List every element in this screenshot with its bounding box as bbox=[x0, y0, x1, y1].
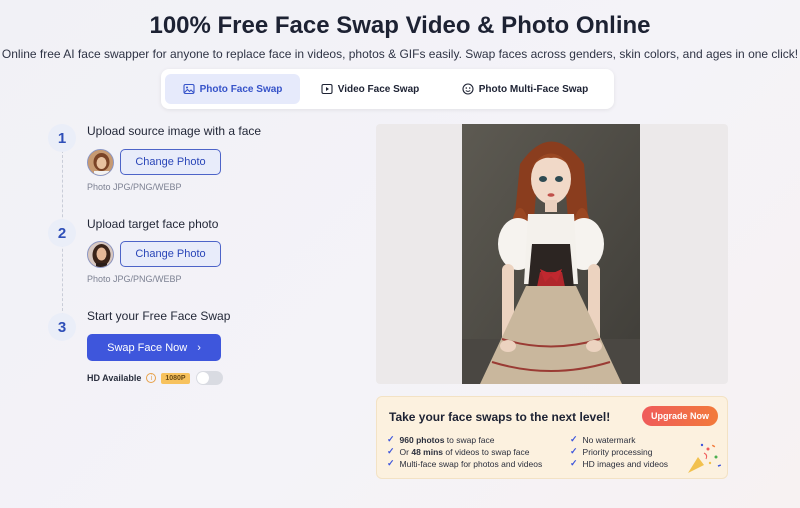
hd-option: HD Available i 1080P bbox=[87, 371, 223, 385]
change-photo-button[interactable]: Change Photo bbox=[120, 149, 221, 175]
hd-toggle[interactable] bbox=[195, 371, 223, 385]
mode-tabs: Photo Face Swap Video Face Swap Photo Mu… bbox=[161, 69, 614, 109]
check-icon: ✓ bbox=[387, 434, 395, 444]
tab-label: Photo Multi-Face Swap bbox=[478, 83, 589, 95]
feature-item: ✓ 960 photos to swap face bbox=[387, 434, 495, 445]
swap-face-now-button[interactable]: Swap Face Now › bbox=[87, 334, 221, 361]
page-subtitle: Online free AI face swapper for anyone t… bbox=[1, 47, 799, 61]
tab-photo-face-swap[interactable]: Photo Face Swap bbox=[165, 74, 300, 104]
check-icon: ✓ bbox=[570, 446, 578, 456]
check-icon: ✓ bbox=[570, 458, 578, 468]
check-icon: ✓ bbox=[570, 434, 578, 444]
feature-text: No watermark bbox=[582, 434, 636, 445]
feature-text: HD images and videos bbox=[582, 458, 669, 469]
swap-button-label: Swap Face Now bbox=[107, 341, 188, 354]
multi-face-icon bbox=[462, 83, 474, 95]
target-face-thumbnail[interactable] bbox=[87, 241, 114, 268]
feature-text: to swap face bbox=[444, 434, 495, 445]
page-title: 100% Free Face Swap Video & Photo Online bbox=[149, 12, 651, 39]
source-face-thumbnail[interactable] bbox=[87, 149, 114, 176]
tab-label: Video Face Swap bbox=[337, 83, 420, 95]
check-icon: ✓ bbox=[387, 458, 395, 468]
video-icon bbox=[321, 83, 333, 95]
feature-item: ✓ Multi-face swap for photos and videos bbox=[387, 458, 542, 469]
step-number: 1 bbox=[48, 124, 76, 152]
tab-video-face-swap[interactable]: Video Face Swap bbox=[300, 74, 440, 104]
resolution-badge: 1080P bbox=[161, 372, 190, 384]
avatar bbox=[88, 242, 113, 267]
step-title: Start your Free Face Swap bbox=[87, 309, 231, 323]
change-photo-button[interactable]: Change Photo bbox=[120, 241, 221, 267]
feature-text: of videos to swap face bbox=[443, 446, 530, 457]
file-type-hint: Photo JPG/PNG/WEBP bbox=[87, 182, 182, 192]
confetti-icon bbox=[688, 443, 722, 473]
avatar bbox=[88, 150, 113, 175]
step-number: 2 bbox=[48, 219, 76, 247]
feature-highlight: 960 photos bbox=[399, 434, 445, 445]
step-number: 3 bbox=[48, 313, 76, 341]
preview-image bbox=[462, 124, 640, 384]
promo-title: Take your face swaps to the next level! bbox=[389, 410, 611, 424]
step-title: Upload source image with a face bbox=[87, 124, 262, 138]
feature-text: Priority processing bbox=[582, 446, 653, 457]
feature-text: Multi-face swap for photos and videos bbox=[399, 458, 543, 469]
tab-photo-multi-face-swap[interactable]: Photo Multi-Face Swap bbox=[440, 74, 610, 104]
upgrade-now-button[interactable]: Upgrade Now bbox=[642, 406, 718, 426]
upgrade-promo-card: Take your face swaps to the next level! … bbox=[376, 396, 728, 479]
file-type-hint: Photo JPG/PNG/WEBP bbox=[87, 274, 182, 284]
feature-item: ✓ Priority processing bbox=[570, 446, 652, 457]
tab-label: Photo Face Swap bbox=[199, 83, 283, 95]
feature-item: ✓ No watermark bbox=[570, 434, 635, 445]
check-icon: ✓ bbox=[387, 446, 395, 456]
feature-text: Or bbox=[399, 446, 412, 457]
chevron-right-icon: › bbox=[197, 341, 201, 354]
step-title: Upload target face photo bbox=[87, 217, 219, 231]
image-icon bbox=[183, 83, 195, 95]
hd-label: HD Available bbox=[87, 373, 142, 383]
feature-item: ✓ Or 48 mins of videos to swap face bbox=[387, 446, 529, 457]
feature-item: ✓ HD images and videos bbox=[570, 458, 668, 469]
info-icon[interactable]: i bbox=[146, 373, 157, 383]
feature-highlight: 48 mins bbox=[411, 446, 444, 457]
